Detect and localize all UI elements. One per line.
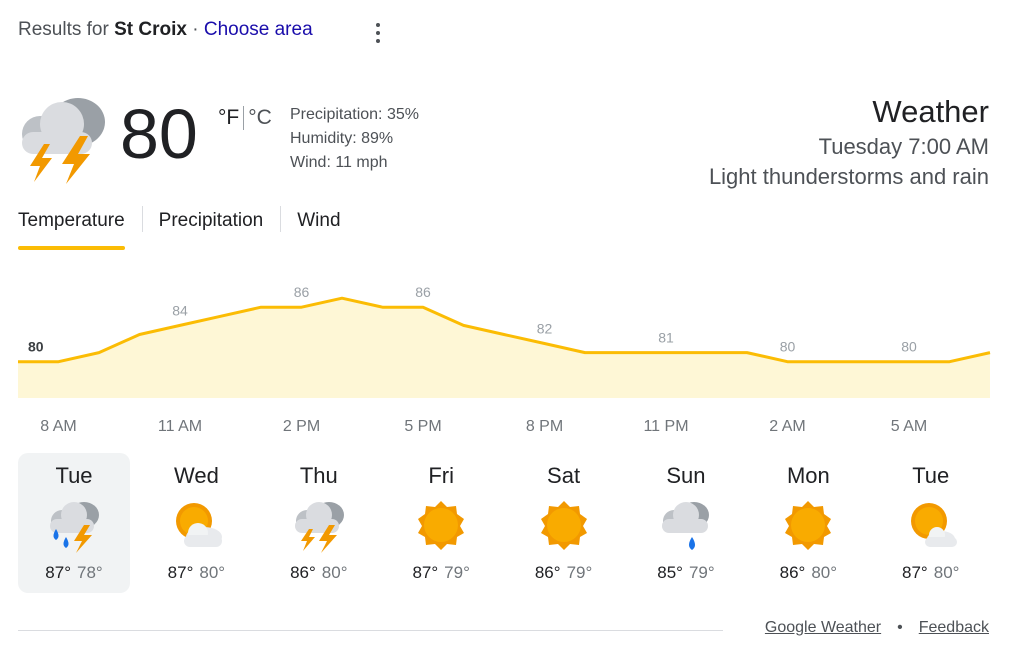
temperature-label: 80 [901,339,917,355]
tab-precipitation[interactable]: Precipitation [141,206,281,250]
hour-tick-label: 8 AM [40,418,76,435]
day-high: 87° [412,563,439,582]
metric-tabs: Temperature Precipitation Wind [18,206,358,250]
sunny-icon [536,497,592,553]
tab-temperature[interactable]: Temperature [18,206,142,250]
day-temps: 85° 79° [657,563,714,583]
day-card[interactable]: Wed 87° 80° [140,453,252,593]
day-name: Fri [428,463,454,488]
day-low: 78° [77,563,103,582]
day-card[interactable]: Tue 87° 80° [875,453,987,593]
footer-divider [18,630,723,631]
results-heading: Results for St Croix · Choose area [18,19,313,41]
unit-celsius[interactable]: °C [248,106,272,130]
unit-toggle: °F °C [218,106,272,130]
hour-tick-label: 11 PM [643,418,688,435]
location-name: St Croix [114,19,187,40]
hour-tick-label: 8 PM [526,418,563,435]
day-card[interactable]: Mon 86° 80° [752,453,864,593]
humidity-text: Humidity: 89% [290,130,394,147]
day-temps: 87° 78° [45,563,102,583]
precipitation-text: Precipitation: 35% [290,106,419,123]
current-temperature: 80 [120,95,198,173]
temperature-label: 84 [172,302,188,318]
hour-tick-label: 11 AM [158,418,202,435]
day-name: Tue [55,463,93,488]
day-high: 87° [45,563,71,582]
rain-cloud-icon [658,497,714,553]
temperature-label: 80 [780,339,796,355]
day-name: Sun [666,463,706,488]
temperature-chart-svg: 80 84 86 86 82 81 80 80 8 AM 11 AM 2 PM 5 PM 8 PM 11 … [18,284,991,435]
unit-divider [243,106,245,130]
day-card[interactable]: Tue 87° 78° [18,453,130,593]
feedback-link[interactable]: Feedback [919,619,989,637]
temperature-label: 81 [658,330,674,346]
day-temps: 86° 80° [780,563,837,583]
condition-text: Light thunderstorms and rain [708,164,989,189]
day-card[interactable]: Sun 85° 79° [630,453,742,593]
day-low: 79° [688,563,715,582]
day-high: 86° [779,563,806,582]
day-low: 80° [811,563,838,582]
footer-links: Google Weather • Feedback [765,619,989,637]
sunny-icon [413,497,469,553]
day-high: 87° [902,563,928,582]
day-high: 86° [290,563,316,582]
day-low: 80° [199,563,226,582]
separator: · [192,19,199,40]
more-vert-icon[interactable] [366,20,390,46]
thunderstorm-rain-icon [46,497,102,553]
thunderstorm-icon [291,497,347,553]
day-name: Wed [173,463,219,488]
temperature-label: 82 [537,321,553,337]
day-name: Tue [912,463,950,488]
unit-fahrenheit[interactable]: °F [218,106,239,130]
wind-text: Wind: 11 mph [290,154,388,171]
day-temps: 87° 79° [412,563,469,583]
day-high: 86° [534,563,561,582]
results-prefix: Results for [18,19,109,40]
thunderstorm-icon [18,92,108,184]
day-card[interactable]: Sat 86° 79° [508,453,620,593]
partly-cloudy-icon [903,497,959,553]
choose-area-link[interactable]: Choose area [204,19,313,40]
day-temps: 86° 79° [535,563,592,583]
google-weather-link[interactable]: Google Weather [765,619,881,637]
temperature-label: 86 [415,284,431,300]
day-name: Sat [547,463,581,488]
day-high: 85° [657,563,683,582]
weather-title: Weather [872,94,989,129]
day-card[interactable]: Fri 87° 79° [385,453,497,593]
current-details: Precipitation: 35% Humidity: 89% Wind: 1… [290,103,419,175]
day-card[interactable]: Thu 86° 80° [263,453,375,593]
tab-wind[interactable]: Wind [280,206,357,250]
day-temps: 87° 80° [168,563,225,583]
day-name: Thu [299,463,338,488]
day-low: 79° [444,563,470,582]
weather-summary: Weather Tuesday 7:00 AM Light thundersto… [709,94,989,192]
observation-time: Tuesday 7:00 AM [818,134,989,159]
temperature-chart: 80 84 86 86 82 81 80 80 8 AM 11 AM 2 PM 5 PM 8 PM 11 … [18,280,991,440]
day-name: Mon [786,463,830,488]
temperature-label: 80 [28,339,44,355]
temperature-label: 86 [294,284,310,300]
day-high: 87° [167,563,194,582]
footer-separator: • [897,619,903,636]
day-low: 80° [321,563,348,582]
hour-tick-label: 5 PM [404,418,441,435]
sunny-icon [780,497,836,553]
day-temps: 86° 80° [290,563,347,583]
day-low: 79° [566,563,593,582]
hour-tick-label: 2 PM [283,418,320,435]
day-low: 80° [933,563,960,582]
partly-cloudy-icon [168,497,224,553]
hour-tick-label: 5 AM [891,418,927,435]
temperature-area [18,298,990,398]
hour-tick-label: 2 AM [769,418,805,435]
daily-forecast: Tue 87° 78° Wed 87° 80° Thu 86° 80° Fri … [18,453,990,593]
day-temps: 87° 80° [902,563,959,583]
